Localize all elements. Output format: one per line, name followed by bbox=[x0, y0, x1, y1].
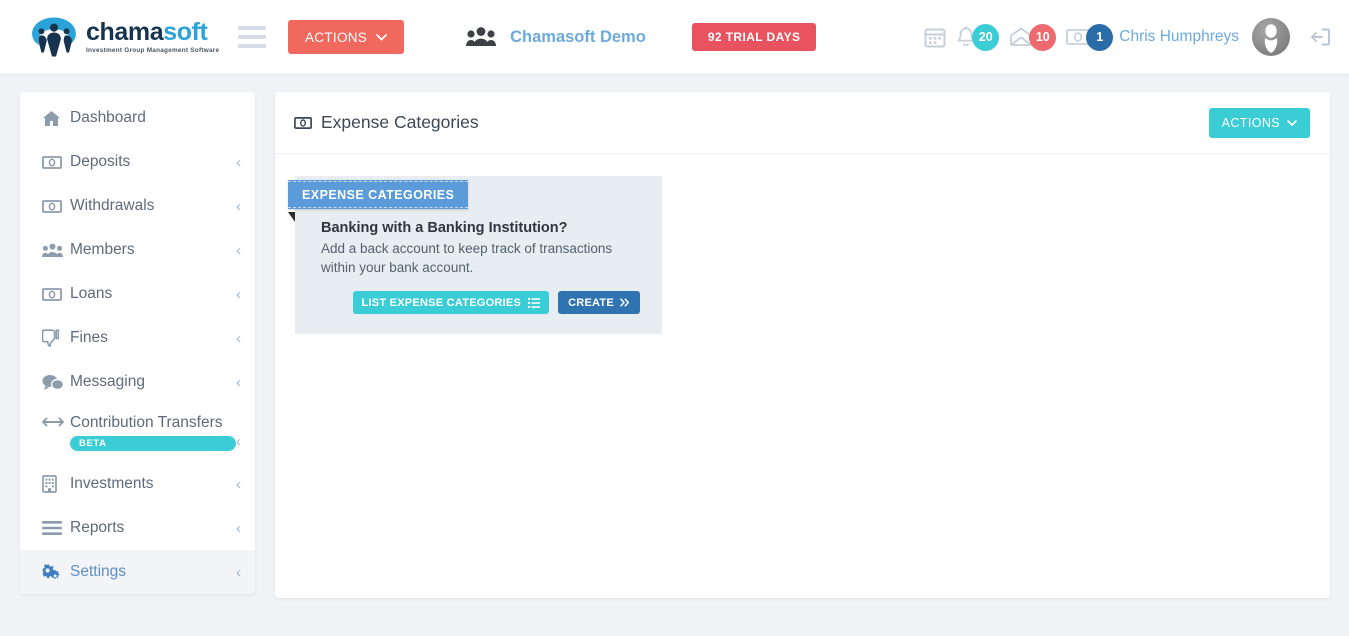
group-name: Chamasoft Demo bbox=[510, 27, 646, 46]
page-title: Expense Categories bbox=[294, 112, 479, 133]
sidebar-label: Dashboard bbox=[70, 109, 146, 126]
sidebar-label: Members bbox=[70, 241, 135, 258]
sidebar-item-contribution-transfers[interactable]: Contribution Transfers BETA ‹ bbox=[20, 404, 255, 462]
chevron-down-icon bbox=[1287, 119, 1297, 126]
avatar[interactable] bbox=[1252, 18, 1290, 56]
chevron-left-icon: ‹ bbox=[236, 373, 241, 391]
beta-badge: BETA bbox=[70, 436, 236, 452]
hamburger-bar bbox=[238, 44, 266, 48]
list-expense-categories-label: LIST EXPENSE CATEGORIES bbox=[361, 296, 522, 309]
user-name: Chris Humphreys bbox=[1119, 28, 1239, 45]
arrows-horizontal-icon bbox=[42, 416, 68, 428]
sidebar-item-investments[interactable]: Investments ‹ bbox=[20, 462, 255, 506]
sidebar-label: Loans bbox=[70, 285, 113, 302]
thumbs-down-icon bbox=[42, 329, 68, 347]
bell-notification[interactable]: 20 bbox=[956, 23, 1000, 51]
hamburger-bar bbox=[238, 35, 266, 39]
actions-button-top-label: ACTIONS bbox=[305, 29, 368, 45]
sidebar-label: Settings bbox=[70, 563, 127, 580]
money-icon bbox=[42, 199, 68, 213]
panel-body: EXPENSE CATEGORIES Banking with a Bankin… bbox=[275, 154, 1330, 356]
chevron-left-icon: ‹ bbox=[236, 241, 241, 259]
list-icon bbox=[528, 297, 541, 308]
chevron-left-icon: ‹ bbox=[236, 197, 241, 215]
message-notification[interactable]: 10 bbox=[1009, 23, 1057, 51]
promo-heading: Banking with a Banking Institution? bbox=[321, 220, 568, 236]
sidebar-item-settings[interactable]: Settings ‹ bbox=[20, 550, 255, 594]
chevron-down-icon bbox=[376, 33, 387, 41]
create-button[interactable]: CREATE bbox=[558, 291, 640, 315]
page-title-text: Expense Categories bbox=[321, 112, 479, 132]
logo-word-primary: chama bbox=[86, 17, 164, 46]
group-switcher[interactable]: Chamasoft Demo 92 TRIAL DAYS bbox=[466, 23, 817, 51]
sidebar-item-dashboard[interactable]: Dashboard bbox=[20, 96, 255, 140]
money-notification-count: 1 bbox=[1086, 23, 1114, 51]
promo-ribbon-label: EXPENSE CATEGORIES bbox=[288, 180, 469, 209]
sidebar-label: Messaging bbox=[70, 373, 145, 390]
actions-button-panel[interactable]: ACTIONS bbox=[1208, 107, 1310, 138]
sidebar-item-deposits[interactable]: Deposits ‹ bbox=[20, 140, 255, 184]
notification-icons: 20 10 1 bbox=[924, 23, 1114, 51]
chevron-left-icon: ‹ bbox=[236, 563, 241, 581]
logo-word-secondary: soft bbox=[163, 17, 208, 46]
sidebar-label: Withdrawals bbox=[70, 197, 155, 214]
hamburger-icon[interactable] bbox=[238, 26, 266, 48]
double-angle-right-icon bbox=[620, 298, 630, 307]
bell-notification-count: 20 bbox=[972, 23, 1000, 51]
sidebar-item-loans[interactable]: Loans ‹ bbox=[20, 272, 255, 316]
actions-button-top[interactable]: ACTIONS bbox=[288, 20, 405, 54]
create-button-label: CREATE bbox=[568, 296, 614, 309]
logo-tagline: Investment Group Management Software bbox=[86, 46, 220, 54]
user-menu[interactable]: Chris Humphreys bbox=[1119, 18, 1331, 56]
money-icon bbox=[42, 155, 68, 169]
list-expense-categories-button[interactable]: LIST EXPENSE CATEGORIES bbox=[352, 291, 550, 315]
users-icon bbox=[466, 26, 497, 48]
sidebar-item-reports[interactable]: Reports ‹ bbox=[20, 506, 255, 550]
main-content-panel: Expense Categories ACTIONS EXPENSE CATEG… bbox=[275, 92, 1330, 598]
chevron-left-icon: ‹ bbox=[236, 153, 241, 171]
chevron-left-icon: ‹ bbox=[236, 519, 241, 537]
sidebar-label: Reports bbox=[70, 519, 125, 536]
sidebar-item-members[interactable]: Members ‹ bbox=[20, 228, 255, 272]
chamasoft-logo-icon bbox=[28, 14, 80, 60]
promo-actions: LIST EXPENSE CATEGORIES CREATE bbox=[321, 291, 640, 315]
money-notification[interactable]: 1 bbox=[1066, 23, 1114, 51]
hamburger-bar bbox=[238, 26, 266, 30]
app-logo[interactable]: chamasoft Investment Group Management So… bbox=[28, 14, 219, 60]
money-icon bbox=[42, 287, 68, 301]
top-navigation-bar: chamasoft Investment Group Management So… bbox=[0, 0, 1349, 75]
sidebar-navigation: Dashboard Deposits ‹ Withdrawals ‹ Membe… bbox=[20, 92, 255, 594]
building-icon bbox=[42, 475, 68, 493]
sidebar-label: Contribution Transfers bbox=[70, 414, 223, 431]
calendar-icon bbox=[924, 26, 946, 48]
gears-icon bbox=[42, 563, 68, 582]
panel-header: Expense Categories ACTIONS bbox=[275, 92, 1330, 154]
promo-body-text: Add a back account to keep track of tran… bbox=[321, 241, 613, 276]
ribbon-fold-decoration bbox=[288, 212, 295, 222]
sign-out-icon[interactable] bbox=[1309, 26, 1331, 48]
sidebar-label: Deposits bbox=[70, 153, 131, 170]
sidebar-label: Fines bbox=[70, 329, 108, 346]
sidebar-item-messaging[interactable]: Messaging ‹ bbox=[20, 360, 255, 404]
chevron-left-icon: ‹ bbox=[236, 285, 241, 303]
home-icon bbox=[42, 110, 68, 127]
chevron-left-icon: ‹ bbox=[236, 433, 241, 450]
actions-button-panel-label: ACTIONS bbox=[1221, 115, 1280, 130]
sidebar-label: Investments bbox=[70, 475, 154, 492]
chevron-left-icon: ‹ bbox=[236, 475, 241, 493]
bars-icon bbox=[42, 521, 68, 535]
message-notification-count: 10 bbox=[1029, 23, 1057, 51]
money-icon bbox=[294, 116, 312, 129]
calendar-notification[interactable] bbox=[924, 26, 946, 48]
promo-card: EXPENSE CATEGORIES Banking with a Bankin… bbox=[288, 176, 662, 335]
chevron-left-icon: ‹ bbox=[236, 329, 241, 347]
trial-days-badge[interactable]: 92 TRIAL DAYS bbox=[691, 23, 817, 51]
sidebar-item-withdrawals[interactable]: Withdrawals ‹ bbox=[20, 184, 255, 228]
sidebar-item-fines[interactable]: Fines ‹ bbox=[20, 316, 255, 360]
comments-icon bbox=[42, 374, 68, 391]
users-icon bbox=[42, 243, 68, 258]
